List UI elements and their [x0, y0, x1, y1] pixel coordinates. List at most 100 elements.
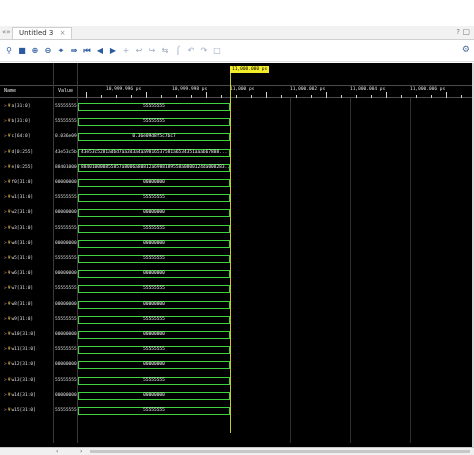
tab-untitled-3[interactable]: Untitled 3 ×	[12, 27, 73, 39]
zoom-in-icon[interactable]: ⊕	[30, 45, 40, 57]
expand-arrow-icon[interactable]: >	[4, 271, 7, 276]
search-icon[interactable]: ⚲	[4, 45, 14, 57]
expand-arrow-icon[interactable]: >	[4, 150, 7, 155]
expand-arrow-icon[interactable]: >	[4, 165, 7, 170]
expand-arrow-icon[interactable]: >	[4, 119, 7, 124]
grid-line	[350, 98, 351, 443]
save-icon[interactable]: ■	[17, 45, 27, 57]
signal-name-row[interactable]: >Ψw13[31:0]	[0, 374, 54, 388]
expand-arrow-icon[interactable]: >	[4, 195, 7, 200]
signal-name-row[interactable]: >Ψw15[31:0]	[0, 404, 54, 418]
expand-arrow-icon[interactable]: >	[4, 226, 7, 231]
swap-cursors-icon[interactable]: ⇆	[160, 45, 170, 57]
tab-scroll-icon[interactable]: «»	[2, 28, 11, 36]
zoom-fit-icon[interactable]: ⌖	[56, 45, 66, 57]
expand-arrow-icon[interactable]: >	[4, 180, 7, 185]
signal-name-row[interactable]: >Ψw6[31:0]	[0, 267, 54, 281]
expand-arrow-icon[interactable]: >	[4, 347, 7, 352]
group-icon[interactable]: □	[212, 45, 222, 57]
expand-arrow-icon[interactable]: >	[4, 210, 7, 215]
signal-name-row[interactable]: >Ψw11[31:0]	[0, 343, 54, 357]
signal-name: w13[31:0]	[11, 377, 36, 383]
waveform-plot[interactable]: 10,999.996 ps 10,999.998 ps 11,000 ps 11,00…	[78, 63, 472, 443]
ruler-tick	[386, 92, 387, 98]
waveform-viewer: Name >Ψa[31:0] >Ψb[31:0] >Ψc[64:0] >Ψd[0:25…	[0, 63, 472, 447]
signal-value: 55555555	[55, 286, 77, 292]
waveform-bus-value: 55555555	[143, 316, 165, 322]
expand-arrow-icon[interactable]: >	[4, 241, 7, 246]
signal-name-row[interactable]: >Ψf0[31:0]	[0, 176, 54, 190]
ruler-tick	[176, 95, 177, 98]
waveform-bus-value: 55555555	[143, 225, 165, 231]
ruler-tick	[146, 92, 147, 98]
ruler-tick	[206, 92, 207, 98]
go-to-cursor-icon[interactable]: ⇛	[69, 45, 79, 57]
signal-name-row[interactable]: >Ψw2[31:0]	[0, 206, 54, 220]
previous-edge-icon[interactable]: ◀	[95, 45, 105, 57]
zoom-out-icon[interactable]: ⊖	[43, 45, 53, 57]
waveform-bus-value: 55555555	[143, 347, 165, 353]
signal-name: a[31:0]	[11, 104, 31, 109]
expand-arrow-icon[interactable]: >	[4, 362, 7, 367]
name-column-header[interactable]: Name	[0, 85, 53, 98]
previous-marker-icon[interactable]: ↩	[134, 45, 144, 57]
time-ruler[interactable]: 10,999.996 ps 10,999.998 ps 11,000 ps 11,00…	[78, 85, 472, 98]
signal-name-row[interactable]: >Ψa[31:0]	[0, 100, 54, 114]
expand-arrow-icon[interactable]: >	[4, 104, 7, 109]
signal-name-row[interactable]: >Ψd[0:255]	[0, 146, 54, 160]
scroll-left-icon[interactable]: ‹	[56, 448, 58, 455]
ruler-tick	[341, 95, 342, 98]
signal-name-row[interactable]: >Ψw8[31:0]	[0, 298, 54, 312]
signal-name-row[interactable]: >Ψb[31:0]	[0, 115, 54, 129]
value-column-header[interactable]: Value	[54, 85, 77, 98]
next-edge-icon[interactable]: ▶	[108, 45, 118, 57]
close-icon[interactable]: ×	[60, 29, 66, 37]
signal-name-row[interactable]: >Ψw10[31:0]	[0, 328, 54, 342]
ruler-label: 11,000.006 ps	[410, 87, 446, 92]
gear-icon[interactable]: ⚙	[462, 45, 470, 55]
horizontal-scrollbar[interactable]: ‹ ›	[0, 447, 474, 455]
expand-arrow-icon[interactable]: >	[4, 378, 7, 383]
signal-value: 43e53c5b...	[55, 149, 77, 155]
signal-name: w9[31:0]	[11, 316, 34, 322]
snap-icon[interactable]: ⌠	[173, 45, 183, 57]
expand-arrow-icon[interactable]: >	[4, 302, 7, 307]
expand-arrow-icon[interactable]: >	[4, 134, 7, 139]
signal-value: 884010000...	[55, 164, 77, 170]
signal-name: w3[31:0]	[11, 225, 34, 231]
signal-name-row[interactable]: >Ψw3[31:0]	[0, 222, 54, 236]
waveform-bus-value: 00000000	[143, 392, 165, 398]
expand-arrow-icon[interactable]: >	[4, 408, 7, 413]
signal-name-row[interactable]: >Ψw5[31:0]	[0, 252, 54, 266]
signal-name-row[interactable]: >Ψw4[31:0]	[0, 237, 54, 251]
signal-name-row[interactable]: >Ψe[0:255]	[0, 161, 54, 175]
signal-value: 00000000	[55, 271, 77, 277]
ruler-tick	[236, 95, 237, 98]
expand-icon[interactable]: ↷	[199, 45, 209, 57]
signal-name-row[interactable]: >Ψc[64:0]	[0, 130, 54, 144]
signal-name: w11[31:0]	[11, 347, 36, 353]
collapse-icon[interactable]: ↶	[186, 45, 196, 57]
expand-arrow-icon[interactable]: >	[4, 256, 7, 261]
expand-arrow-icon[interactable]: >	[4, 286, 7, 291]
first-edge-icon[interactable]: ⏮	[82, 45, 92, 57]
scroll-right-icon[interactable]: ›	[80, 448, 82, 455]
signal-name-row[interactable]: >Ψw7[31:0]	[0, 282, 54, 296]
expand-arrow-icon[interactable]: >	[4, 332, 7, 337]
signal-name-row[interactable]: >Ψw1[31:0]	[0, 191, 54, 205]
scroll-thumb[interactable]	[90, 450, 470, 453]
expand-arrow-icon[interactable]: >	[4, 393, 7, 398]
restore-icon[interactable]: ▢	[462, 27, 470, 36]
signal-name: w2[31:0]	[11, 210, 34, 216]
waveform-bus-value: 00000000	[143, 362, 165, 368]
next-marker-icon[interactable]: ↪	[147, 45, 157, 57]
signal-name-row[interactable]: >Ψw14[31:0]	[0, 389, 54, 403]
signal-name-row[interactable]: >Ψw9[31:0]	[0, 313, 54, 327]
add-marker-icon[interactable]: +	[121, 45, 131, 57]
signal-value: 0.036e09d8...	[55, 134, 77, 140]
expand-arrow-icon[interactable]: >	[4, 317, 7, 322]
help-icon[interactable]: ?	[456, 28, 460, 36]
time-cursor[interactable]	[230, 73, 231, 433]
signal-value: 55555555	[55, 347, 77, 353]
signal-name-row[interactable]: >Ψw12[31:0]	[0, 358, 54, 372]
